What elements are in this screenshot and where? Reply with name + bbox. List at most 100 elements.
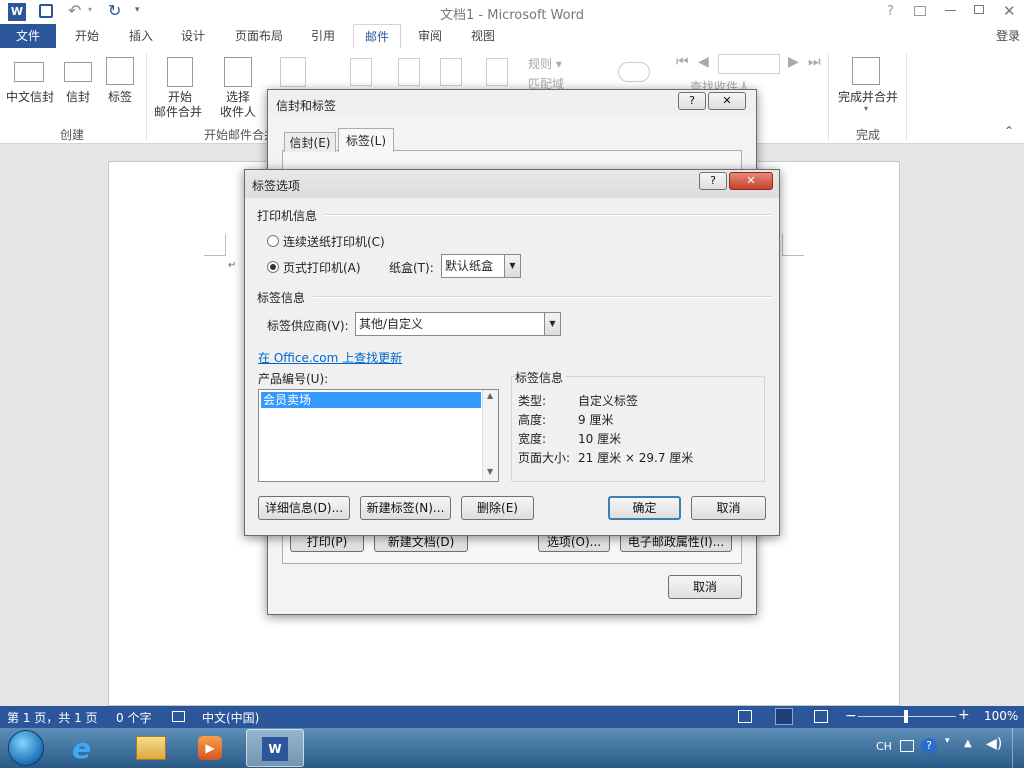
- select-recipients-line1[interactable]: 选择: [218, 90, 258, 105]
- zoom-level[interactable]: 100%: [984, 709, 1018, 723]
- paragraph-mark-icon: ↵: [228, 260, 237, 271]
- tab-envelopes[interactable]: 信封(E): [284, 132, 336, 152]
- restore-icon[interactable]: [974, 5, 984, 14]
- internet-explorer-icon[interactable]: e: [72, 732, 91, 765]
- vendor-label: 标签供应商(V):: [267, 319, 349, 333]
- labels-button[interactable]: 标签: [102, 90, 138, 105]
- continuous-printer-label[interactable]: 连续送纸打印机(C): [283, 233, 385, 250]
- start-merge-line2[interactable]: 邮件合并: [148, 105, 208, 120]
- tray-dropdown-icon[interactable]: ▼: [504, 255, 520, 277]
- tab-file[interactable]: 文件: [0, 24, 56, 48]
- tab-labels[interactable]: 标签(L): [338, 128, 394, 152]
- zoom-out-icon[interactable]: −: [845, 708, 857, 724]
- edit-recipients-icon: [280, 57, 306, 87]
- scroll-down-icon[interactable]: ▼: [487, 467, 493, 476]
- ribbon-separator: [906, 54, 907, 140]
- keyboard-icon[interactable]: [900, 740, 914, 752]
- file-explorer-icon[interactable]: [136, 736, 166, 760]
- delete-button[interactable]: 删除(E): [461, 496, 534, 520]
- field-icon-1: [350, 58, 372, 86]
- close-icon[interactable]: ✕: [1003, 2, 1016, 20]
- select-recipients-line2[interactable]: 收件人: [210, 105, 266, 120]
- ime-indicator[interactable]: CH: [876, 740, 892, 753]
- last-record-icon[interactable]: ⏭: [808, 54, 821, 70]
- zoom-slider-thumb[interactable]: [904, 710, 908, 723]
- printer-info-divider: [325, 214, 771, 216]
- first-record-icon[interactable]: ⏮: [676, 54, 689, 70]
- ribbon-display-icon[interactable]: [914, 6, 926, 16]
- info-page-size-key: 页面大小:: [518, 451, 571, 465]
- product-list-scrollbar[interactable]: ▲ ▼: [482, 390, 498, 481]
- tab-mailings[interactable]: 邮件: [353, 24, 401, 49]
- rules-label: 规则: [528, 57, 553, 71]
- details-button[interactable]: 详细信息(D)...: [258, 496, 350, 520]
- finish-merge-icon: [852, 57, 880, 85]
- minimize-icon[interactable]: [945, 10, 956, 11]
- continuous-printer-radio[interactable]: [267, 235, 279, 247]
- product-number-list[interactable]: 会员卖场 ▲ ▼: [258, 389, 499, 482]
- show-hidden-icons[interactable]: ▲: [964, 738, 972, 749]
- rules-button[interactable]: 规则 ▾: [528, 57, 588, 72]
- env-dialog-help-button[interactable]: ?: [678, 92, 706, 110]
- windows-taskbar: e ▶ W CH ? ▾ ▲ ◀): [0, 728, 1024, 768]
- label-dialog-help-button[interactable]: ?: [699, 172, 727, 190]
- login-link[interactable]: 登录: [992, 24, 1024, 48]
- field-icon-2: [398, 58, 420, 86]
- finish-merge-button[interactable]: 完成并合并: [834, 90, 902, 105]
- scroll-up-icon[interactable]: ▲: [487, 391, 493, 400]
- page-printer-radio[interactable]: [267, 261, 279, 273]
- tab-design[interactable]: 设计: [170, 24, 216, 48]
- field-icon-4: [486, 58, 508, 86]
- collapse-ribbon-icon[interactable]: ⌃: [1004, 124, 1014, 138]
- help-icon[interactable]: ?: [887, 4, 894, 19]
- ribbon-tab-bar: 文件 开始 插入 设计 页面布局 引用 邮件 审阅 视图 登录: [0, 24, 1024, 49]
- language-status[interactable]: 中文(中国): [202, 709, 259, 726]
- ok-button[interactable]: 确定: [608, 496, 681, 520]
- previous-record-icon[interactable]: ◀: [698, 54, 709, 70]
- title-bar: W ↶ ▾ ↻ ▾ 文档1 - Microsoft Word ? ✕: [0, 0, 1024, 24]
- tab-page-layout[interactable]: 页面布局: [225, 24, 293, 48]
- page-printer-label[interactable]: 页式打印机(A): [283, 259, 361, 276]
- tab-view[interactable]: 视图: [460, 24, 506, 48]
- start-merge-line1[interactable]: 开始: [160, 90, 200, 105]
- tab-insert[interactable]: 插入: [118, 24, 164, 48]
- tab-home[interactable]: 开始: [63, 24, 111, 48]
- show-desktop-button[interactable]: [1012, 728, 1024, 768]
- print-layout-icon[interactable]: [775, 708, 793, 725]
- web-layout-icon[interactable]: [814, 710, 828, 723]
- disabled-field-icons: [350, 58, 510, 86]
- ime-options-icon[interactable]: ▾: [945, 736, 950, 746]
- media-player-icon[interactable]: ▶: [198, 736, 222, 760]
- start-merge-icon: [167, 57, 193, 87]
- office-update-link[interactable]: 在 Office.com 上查找更新: [258, 349, 402, 366]
- label-dialog-close-button[interactable]: ✕: [729, 172, 773, 190]
- envelope-button[interactable]: 信封: [62, 90, 94, 105]
- chinese-envelope-button[interactable]: 中文信封: [4, 90, 56, 105]
- next-record-icon[interactable]: ▶: [788, 54, 799, 70]
- tab-references[interactable]: 引用: [300, 24, 346, 48]
- word-count-status[interactable]: 0 个字: [116, 709, 151, 726]
- word-taskbar-button[interactable]: W: [246, 729, 304, 767]
- record-number-input[interactable]: [718, 54, 780, 74]
- volume-icon[interactable]: ◀): [986, 736, 1002, 752]
- vendor-select[interactable]: 其他/自定义 ▼: [355, 312, 561, 336]
- cancel-button[interactable]: 取消: [691, 496, 766, 520]
- env-dialog-close-button[interactable]: ✕: [708, 92, 746, 110]
- start-button-icon[interactable]: [8, 730, 44, 766]
- tab-review[interactable]: 审阅: [407, 24, 453, 48]
- group-create-label: 创建: [59, 128, 84, 142]
- ime-help-icon[interactable]: ?: [921, 738, 937, 754]
- info-box-title: 标签信息: [515, 369, 567, 386]
- product-list-item[interactable]: 会员卖场: [261, 392, 481, 408]
- finish-merge-dropdown-icon[interactable]: ▾: [864, 104, 868, 113]
- new-label-button[interactable]: 新建标签(N)...: [360, 496, 451, 520]
- read-mode-icon[interactable]: [738, 710, 752, 723]
- env-cancel-button[interactable]: 取消: [668, 575, 742, 599]
- vendor-dropdown-icon[interactable]: ▼: [544, 313, 560, 335]
- page-count-status[interactable]: 第 1 页，共 1 页: [7, 709, 98, 726]
- zoom-in-icon[interactable]: +: [958, 707, 970, 723]
- printer-info-heading: 打印机信息: [257, 209, 318, 223]
- tray-select[interactable]: 默认纸盒 ▼: [441, 254, 521, 278]
- zoom-slider[interactable]: [858, 710, 956, 723]
- proofing-icon[interactable]: [172, 711, 185, 722]
